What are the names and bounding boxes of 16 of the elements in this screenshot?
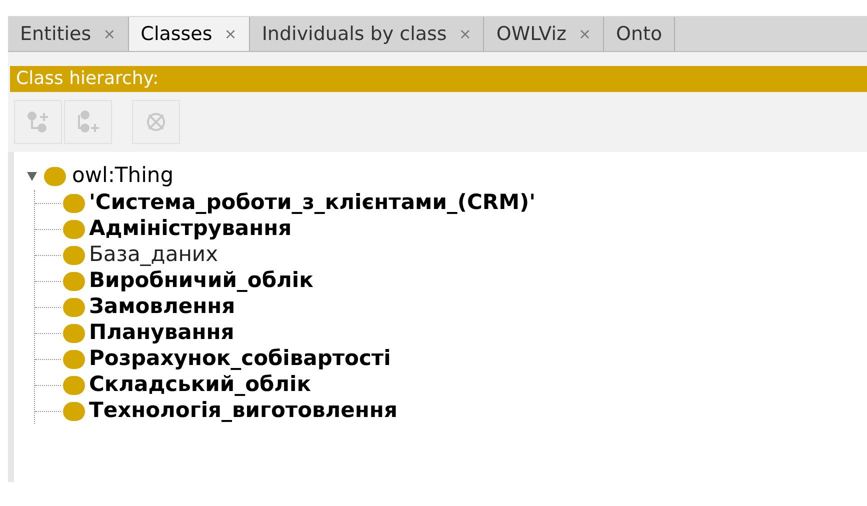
add-subclass-icon xyxy=(25,109,51,135)
class-icon xyxy=(63,246,85,264)
class-icon xyxy=(63,402,85,420)
class-icon xyxy=(63,220,85,238)
class-icon xyxy=(63,324,85,342)
class-icon xyxy=(63,376,85,394)
class-icon xyxy=(63,350,85,368)
class-icon xyxy=(63,194,85,212)
expanded-triangle-icon[interactable] xyxy=(26,170,38,182)
close-icon[interactable]: × xyxy=(224,22,237,46)
class-icon xyxy=(63,272,85,290)
class-icon xyxy=(63,298,85,316)
add-sibling-icon xyxy=(75,109,101,135)
class-icon xyxy=(44,166,66,186)
tab[interactable]: Classes × xyxy=(128,17,250,51)
panel-header: Class hierarchy: xyxy=(10,66,867,92)
